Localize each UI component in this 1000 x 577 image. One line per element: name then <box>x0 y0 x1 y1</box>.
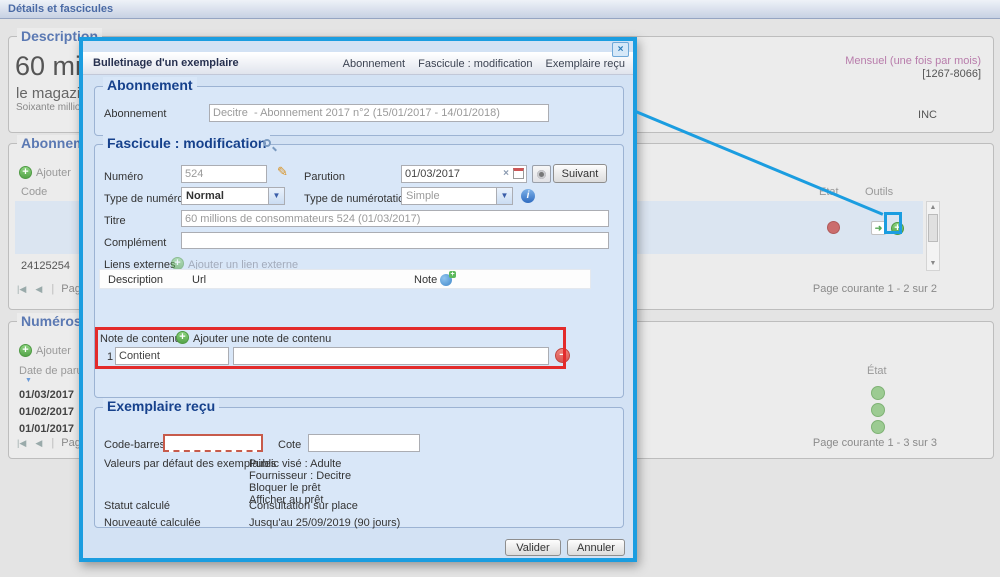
first-page-icon[interactable]: |◀ <box>17 438 26 448</box>
abonnement-input[interactable] <box>209 104 549 122</box>
dialog-nav: Abonnement Fascicule : modification Exem… <box>333 58 625 70</box>
nouveaute-value: Jusqu'au 25/09/2019 (90 jours) <box>249 517 400 529</box>
prev-page-icon[interactable]: ◀ <box>35 284 42 294</box>
search-icon[interactable] <box>263 139 271 147</box>
chevron-down-icon[interactable]: ▼ <box>268 188 284 204</box>
scroll-thumb[interactable] <box>928 214 938 242</box>
pagination-bar[interactable]: |◀ ◀ | Page <box>17 437 87 449</box>
liens-table-header: Description Url Note + <box>99 269 591 289</box>
status-green-icon <box>871 403 885 417</box>
numero-row-date[interactable]: 01/03/2017 <box>19 389 74 401</box>
nav-link-fascicule[interactable]: Fascicule : modification <box>418 58 532 70</box>
scroll-up-icon[interactable]: ▲ <box>927 203 939 213</box>
nav-link-exemplaire[interactable]: Exemplaire reçu <box>546 58 625 70</box>
numero-row-date[interactable]: 01/02/2017 <box>19 406 74 418</box>
parution-label: Parution <box>304 171 345 183</box>
row-scrollbar[interactable]: ▲ ▼ <box>926 201 940 271</box>
column-header-code: Code <box>21 186 47 198</box>
titre-input[interactable] <box>181 210 609 227</box>
code-barres-label: Code-barres <box>104 439 165 451</box>
cote-input[interactable] <box>308 434 420 452</box>
column-header-outils: Outils <box>865 186 893 198</box>
abonnement-fieldset: Abonnement Abonnement <box>94 86 624 136</box>
plus-icon: + <box>19 166 32 179</box>
pagination-summary: Page courante 1 - 3 sur 3 <box>813 437 937 449</box>
nav-link-abonnement[interactable]: Abonnement <box>343 58 405 70</box>
annotation-highlight-rect <box>95 327 566 369</box>
suivant-button[interactable]: Suivant <box>553 164 607 183</box>
abonnement-label: Abonnement <box>104 108 166 120</box>
cote-label: Cote <box>278 439 301 451</box>
default-value: Bloquer le prêt <box>249 482 351 494</box>
dialog-titlebar: Bulletinage d'un exemplaire Abonnement F… <box>83 52 633 75</box>
status-green-icon <box>871 386 885 400</box>
default-value: Fournisseur : Decitre <box>249 470 351 482</box>
prev-page-icon[interactable]: ◀ <box>35 438 42 448</box>
titre-label: Titre <box>104 215 126 227</box>
statut-value: Consultation sur place <box>249 500 358 512</box>
exemplaire-legend: Exemplaire reçu <box>103 398 219 414</box>
type-numero-label: Type de numéro <box>104 193 184 205</box>
bulletinage-dialog: × Bulletinage d'un exemplaire Abonnement… <box>79 37 637 562</box>
info-icon[interactable]: i <box>521 189 535 203</box>
numero-label: Numéro <box>104 171 143 183</box>
type-numerotation-value: Simple <box>406 190 440 202</box>
abonnement-legend: Abonnement <box>103 77 197 93</box>
search-icon-handle <box>272 147 277 152</box>
fascicule-legend: Fascicule : modification <box>103 135 270 151</box>
default-value: Public visé : Adulte <box>249 458 351 470</box>
complement-input[interactable] <box>181 232 609 249</box>
pagination-summary: Page courante 1 - 2 sur 2 <box>813 283 937 295</box>
window-titlebar: Détails et fascicules <box>0 0 1000 19</box>
status-green-icon <box>871 420 885 434</box>
col-url: Url <box>192 274 206 286</box>
prediction-settings-button[interactable] <box>532 165 551 183</box>
statut-label: Statut calculé <box>104 500 170 512</box>
type-numerotation-label: Type de numérotation <box>304 193 410 205</box>
plus-icon: + <box>449 271 456 278</box>
scroll-down-icon[interactable]: ▼ <box>927 259 939 269</box>
dialog-title: Bulletinage d'un exemplaire <box>93 57 239 69</box>
complement-label: Complément <box>104 237 166 249</box>
column-header-etat: État <box>867 365 887 377</box>
add-abonnement-label: Ajouter <box>36 167 71 179</box>
numero-input[interactable] <box>181 165 267 183</box>
issn-label: [1267-8066] <box>922 68 981 80</box>
pagination-divider: | <box>51 283 54 295</box>
col-note: Note <box>414 274 437 286</box>
type-numero-value: Normal <box>186 190 224 202</box>
status-red-icon <box>827 221 840 234</box>
pagination-divider: | <box>51 437 54 449</box>
type-numero-select[interactable]: Normal ▼ <box>181 187 285 205</box>
nouveaute-label: Nouveauté calculée <box>104 517 201 529</box>
page-title: Détails et fascicules <box>8 3 113 15</box>
clear-date-icon[interactable]: × <box>503 168 509 179</box>
valider-button[interactable]: Valider <box>505 539 561 556</box>
abonnement-code-cell: 24125254 <box>21 260 70 272</box>
collection-code: INC <box>918 109 937 121</box>
exemplaire-fieldset: Exemplaire reçu Code-barres Cote Valeurs… <box>94 407 624 528</box>
parution-field[interactable]: 01/03/2017 × <box>401 165 527 183</box>
chevron-down-icon[interactable]: ▼ <box>496 188 512 204</box>
edit-pencil-icon[interactable]: ✎ <box>277 164 288 180</box>
periodicity-label: Mensuel (une fois par mois) <box>845 55 981 67</box>
pagination-bar[interactable]: |◀ ◀ | Page <box>17 283 87 295</box>
sort-desc-icon: ▼ <box>25 377 32 384</box>
calendar-icon[interactable] <box>513 168 524 179</box>
numero-row-date[interactable]: 01/01/2017 <box>19 423 74 435</box>
add-numero-label: Ajouter <box>36 345 71 357</box>
first-page-icon[interactable]: |◀ <box>17 284 26 294</box>
type-numerotation-select[interactable]: Simple ▼ <box>401 187 513 205</box>
code-barres-input[interactable] <box>163 434 263 452</box>
col-description: Description <box>108 274 163 286</box>
close-icon[interactable]: × <box>612 42 629 57</box>
annuler-button[interactable]: Annuler <box>567 539 625 556</box>
gear-icon <box>537 170 546 179</box>
plus-icon: + <box>19 344 32 357</box>
annotation-highlight-square <box>884 212 902 234</box>
parution-value: 01/03/2017 <box>405 168 460 180</box>
